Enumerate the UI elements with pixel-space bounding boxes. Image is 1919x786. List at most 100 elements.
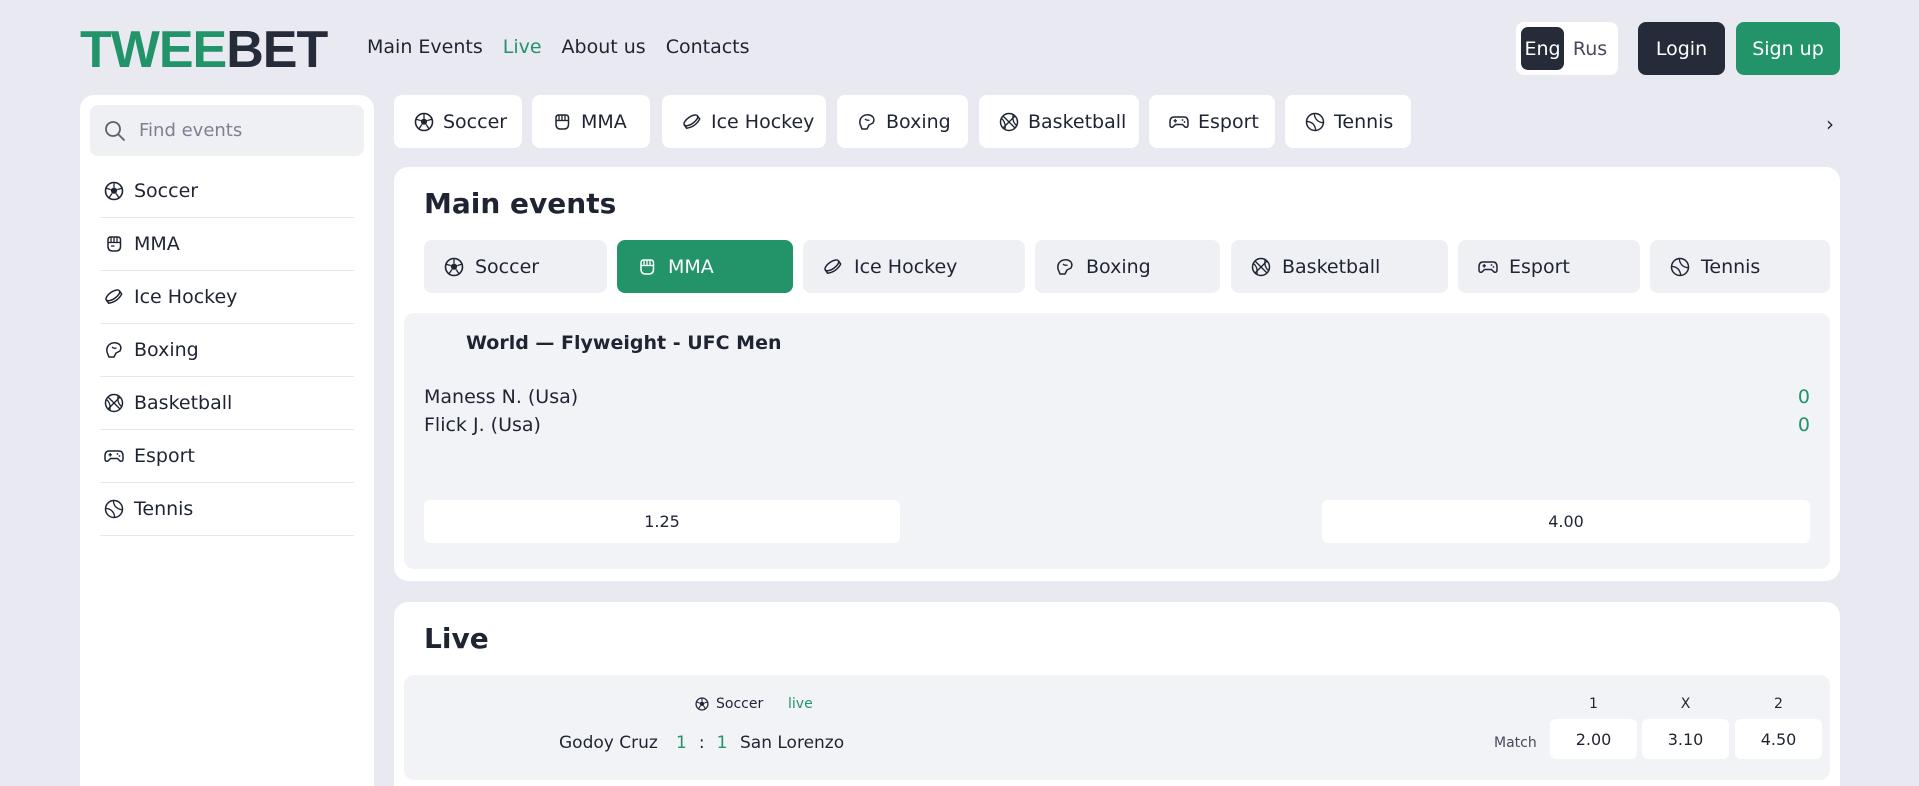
odd-button-x[interactable]: 3.10 [1642,719,1729,759]
hockey-puck-icon [104,287,124,307]
gamepad-icon [1169,112,1189,132]
sidebar-item-tennis[interactable]: Tennis [100,483,354,536]
tab-ice-hockey[interactable]: Ice Hockey [662,95,826,148]
odd-button-away[interactable]: 4.00 [1322,500,1810,543]
sidebar-item-label: Basketball [134,392,233,414]
tab-label: Ice Hockey [711,110,815,133]
fist-icon [104,234,124,254]
filter-label: Soccer [475,255,540,278]
filter-label: Tennis [1701,255,1761,278]
fist-icon [637,257,657,277]
gamepad-icon [1478,257,1498,277]
nav-contacts[interactable]: Contacts [666,35,750,59]
tab-boxing[interactable]: Boxing [837,95,968,148]
odd-button-1[interactable]: 2.00 [1550,719,1637,759]
filter-tennis[interactable]: Tennis [1650,240,1830,293]
live-status-badge: live [788,696,813,712]
tab-soccer[interactable]: Soccer [394,95,522,148]
search-icon [104,120,126,142]
live-card: Live Soccer live Godoy Cruz 1 : 1 San Lo… [394,602,1840,786]
event-home-team: Maness N. (Usa) [424,386,579,408]
tab-label: Soccer [443,110,508,133]
main-nav: Main Events Live About us Contacts [367,35,770,59]
event-home-score: 0 [1797,386,1810,408]
search-box [90,105,364,156]
soccer-ball-icon [414,112,434,132]
filter-label: Ice Hockey [854,255,958,278]
live-match-row[interactable]: Soccer live Godoy Cruz 1 : 1 San Lorenzo… [404,675,1830,780]
fist-icon [552,112,572,132]
signup-button[interactable]: Sign up [1736,22,1840,75]
sidebar-item-label: MMA [134,233,180,255]
odds-header-2: 2 [1774,696,1783,712]
sidebar-item-boxing[interactable]: Boxing [100,324,354,377]
live-score-separator: : [698,733,705,753]
tab-label: Basketball [1028,110,1127,133]
live-sport: Soccer [695,696,763,712]
sidebar-item-label: Boxing [134,339,199,361]
tab-esport[interactable]: Esport [1149,95,1275,148]
tab-label: Tennis [1334,110,1394,133]
soccer-ball-icon [695,697,709,711]
boxing-glove-icon [857,112,877,132]
login-button[interactable]: Login [1638,22,1725,75]
filter-esport[interactable]: Esport [1458,240,1640,293]
filter-soccer[interactable]: Soccer [424,240,607,293]
sidebar: Soccer MMA Ice Hockey Boxing Basketball … [80,95,374,786]
search-input[interactable] [139,120,359,141]
tab-label: Boxing [886,110,951,133]
event-league: World — Flyweight - UFC Men [466,332,782,354]
live-score: 1 : 1 [676,733,727,753]
odd-button-2[interactable]: 4.50 [1735,719,1822,759]
odds-header-1: 1 [1589,696,1598,712]
filter-boxing[interactable]: Boxing [1035,240,1220,293]
nav-live[interactable]: Live [503,35,542,59]
odds-header-x: X [1680,696,1691,712]
sidebar-item-ice-hockey[interactable]: Ice Hockey [100,271,354,324]
filter-ice-hockey[interactable]: Ice Hockey [803,240,1025,293]
live-title: Live [424,622,489,655]
main-events-card: Main events Soccer MMA Ice Hockey Boxing… [394,167,1840,581]
nav-about-us[interactable]: About us [562,35,646,59]
sidebar-item-label: Tennis [134,498,194,520]
sidebar-item-esport[interactable]: Esport [100,430,354,483]
lang-eng-button[interactable]: Eng [1521,27,1564,70]
basketball-icon [1251,257,1271,277]
soccer-ball-icon [104,181,124,201]
event-away-score: 0 [1797,414,1810,436]
filter-label: Esport [1509,255,1570,278]
hockey-puck-icon [682,112,702,132]
odd-button-home[interactable]: 1.25 [424,500,900,543]
lang-rus-button[interactable]: Rus [1568,27,1612,70]
filter-label: MMA [668,255,714,278]
header: TWEEBET Main Events Live About us Contac… [0,0,1919,96]
live-away-score: 1 [716,733,728,753]
boxing-glove-icon [104,340,124,360]
tennis-ball-icon [104,499,124,519]
language-switcher: Eng Rus [1516,22,1618,75]
sidebar-item-label: Ice Hockey [134,286,238,308]
tab-mma[interactable]: MMA [532,95,650,148]
live-home-team: Godoy Cruz [559,733,658,753]
sidebar-item-soccer[interactable]: Soccer [100,165,354,218]
basketball-icon [104,393,124,413]
filter-basketball[interactable]: Basketball [1231,240,1448,293]
sidebar-item-basketball[interactable]: Basketball [100,377,354,430]
sidebar-item-label: Soccer [134,180,199,202]
event-card[interactable]: World — Flyweight - UFC Men Maness N. (U… [404,313,1830,569]
soccer-ball-icon [444,257,464,277]
basketball-icon [999,112,1019,132]
sidebar-item-mma[interactable]: MMA [100,218,354,271]
sidebar-sport-list: Soccer MMA Ice Hockey Boxing Basketball … [100,165,354,536]
nav-main-events[interactable]: Main Events [367,35,483,59]
live-sport-label: Soccer [716,696,764,712]
filter-mma[interactable]: MMA [617,240,793,293]
logo[interactable]: TWEEBET [80,24,328,76]
tennis-ball-icon [1670,257,1690,277]
sport-tabs-bar: Soccer MMA Ice Hockey Boxing Basketball … [394,95,1840,148]
tab-basketball[interactable]: Basketball [979,95,1139,148]
tab-tennis[interactable]: Tennis [1285,95,1411,148]
filter-label: Boxing [1086,255,1151,278]
chevron-right-icon[interactable]: › [1826,112,1834,136]
sidebar-item-label: Esport [134,445,195,467]
